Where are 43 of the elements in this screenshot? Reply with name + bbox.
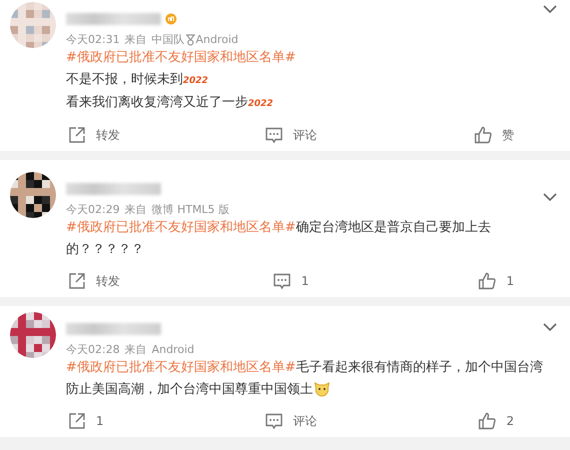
comment-icon: [265, 412, 283, 430]
topic-link[interactable]: #俄政府已批准不友好国家和地区名单#: [66, 220, 296, 235]
comment-icon: [265, 126, 283, 144]
source-text: 中国队: [152, 32, 185, 47]
comment-icon: [273, 272, 292, 290]
thumbs-up-icon: [474, 126, 492, 144]
comment-button[interactable]: 评论: [293, 412, 317, 430]
repost-button[interactable]: 转发: [96, 126, 120, 144]
like-button[interactable]: 赞: [502, 126, 514, 144]
source-text: Android: [196, 33, 238, 46]
repost-button[interactable]: 转发: [96, 272, 120, 290]
share-icon: [68, 412, 86, 430]
source-label: 来自: [124, 202, 147, 217]
post-time: 今天02:29: [66, 202, 120, 217]
medal-icon: [184, 34, 196, 46]
avatar[interactable]: [10, 172, 56, 218]
share-icon: [68, 126, 86, 144]
thumbs-up-icon: [478, 272, 496, 290]
comment-text: #俄政府已批准不友好国家和地区名单#毛子看起来很有情商的样子，加个中国台湾防止美国高潮，加个台湾中国尊重中国领土: [66, 359, 544, 400]
like-button[interactable]: 1: [506, 274, 514, 288]
chevron-down-icon[interactable]: [542, 4, 558, 14]
thumbs-up-icon: [478, 412, 496, 430]
comment-button[interactable]: 1: [301, 274, 309, 288]
repost-button[interactable]: 1: [96, 414, 104, 428]
chevron-down-icon[interactable]: [542, 192, 558, 202]
comment-button[interactable]: 评论: [293, 126, 317, 144]
year-label: 2022: [183, 76, 208, 86]
comment-text: 看来我们离收复湾湾又近了一步2022: [66, 94, 274, 112]
comment-text: #俄政府已批准不友好国家和地区名单#确定台湾地区是普京自己要加上去的？？？？？: [66, 218, 492, 259]
source-text: Android: [152, 343, 194, 356]
chevron-down-icon[interactable]: [542, 322, 558, 332]
share-icon: [68, 272, 86, 290]
source-text: 微博 HTML5 版: [152, 202, 230, 217]
post-time: 今天02:28: [66, 342, 120, 357]
source-label: 来自: [124, 32, 147, 47]
topic-link[interactable]: #俄政府已批准不友好国家和地区名单#: [66, 50, 296, 65]
year-label: 2022: [248, 99, 274, 109]
like-button[interactable]: 2: [506, 414, 514, 428]
comment-text: 不是不报，时候未到2022: [66, 71, 210, 89]
post-time: 今天02:31: [66, 32, 120, 47]
topic-link[interactable]: #俄政府已批准不友好国家和地区名单#: [66, 360, 296, 375]
source-label: 来自: [124, 342, 147, 357]
emoji-icon: [313, 380, 331, 398]
